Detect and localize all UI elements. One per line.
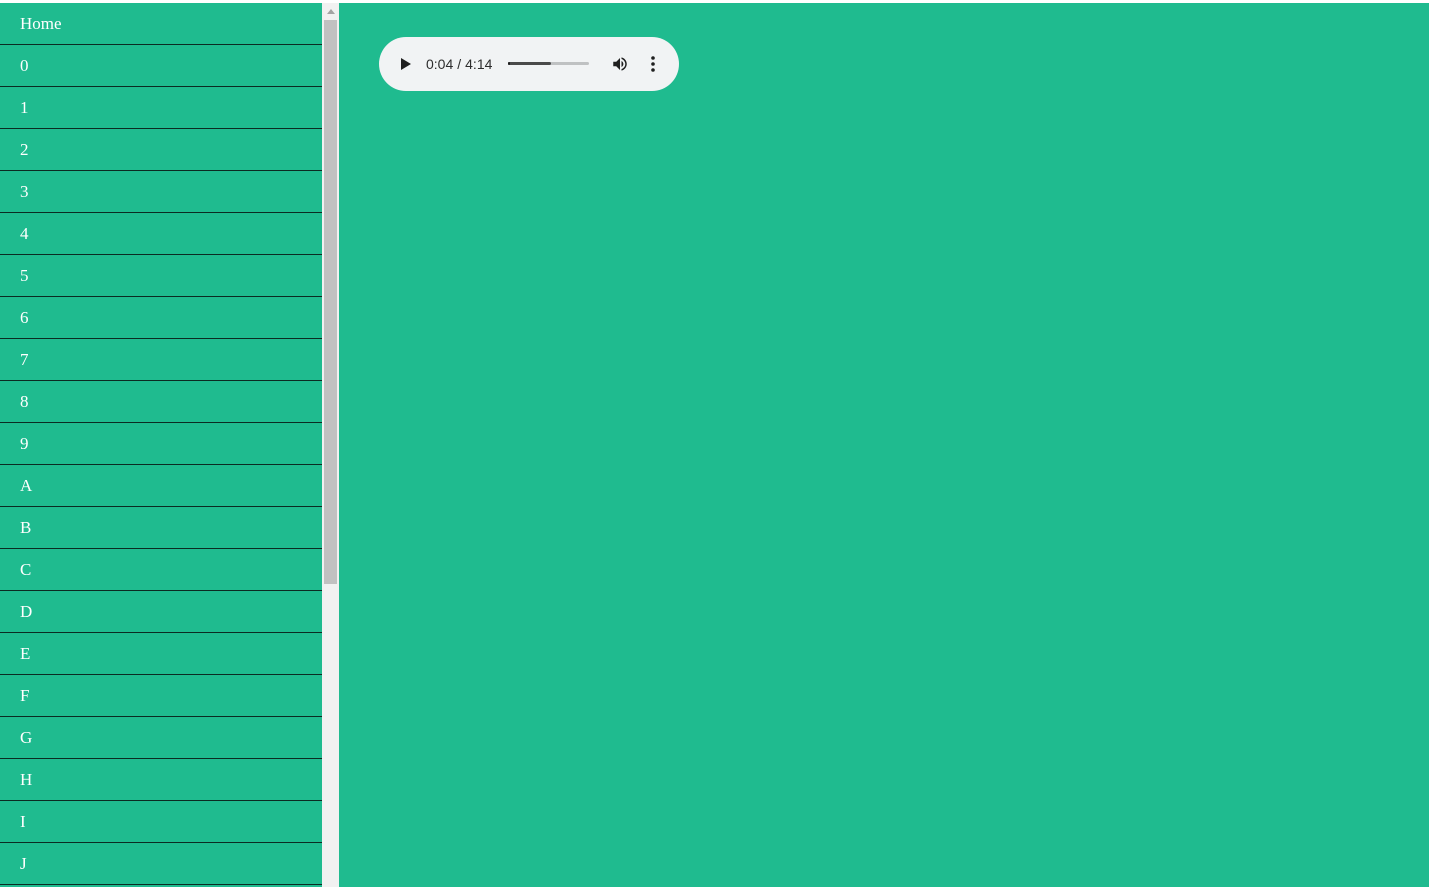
- scroll-thumb[interactable]: [324, 20, 337, 584]
- current-time: 0:04: [426, 56, 454, 72]
- sidebar-item-8[interactable]: 8: [0, 381, 322, 423]
- sidebar-item-j[interactable]: J: [0, 843, 322, 885]
- time-display: 0:04/4:14: [426, 37, 492, 91]
- more-options-button[interactable]: [643, 54, 663, 74]
- sidebar-item-4[interactable]: 4: [0, 213, 322, 255]
- seek-slider[interactable]: [508, 62, 589, 65]
- sidebar-item-h[interactable]: H: [0, 759, 322, 801]
- sidebar-item-a[interactable]: A: [0, 465, 322, 507]
- volume-icon: [613, 57, 627, 71]
- play-button[interactable]: [395, 54, 415, 74]
- sidebar-item-f[interactable]: F: [0, 675, 322, 717]
- sidebar-item-3[interactable]: 3: [0, 171, 322, 213]
- sidebar-item-1[interactable]: 1: [0, 87, 322, 129]
- sidebar-item-g[interactable]: G: [0, 717, 322, 759]
- main-content: 0:04/4:14: [339, 3, 1429, 887]
- sidebar-item-7[interactable]: 7: [0, 339, 322, 381]
- sidebar-item-e[interactable]: E: [0, 633, 322, 675]
- sidebar-item-0[interactable]: 0: [0, 45, 322, 87]
- sidebar-nav: Home 0 1 2 3 4 5 6 7 8 9 A B C D E F G H…: [0, 3, 322, 887]
- seek-buffered: [508, 62, 551, 65]
- duration: 4:14: [465, 56, 493, 72]
- play-icon: [401, 58, 411, 70]
- seek-played: [508, 62, 510, 65]
- page: Home 0 1 2 3 4 5 6 7 8 9 A B C D E F G H…: [0, 3, 1429, 887]
- audio-player: 0:04/4:14: [379, 37, 679, 91]
- sidebar-item-9[interactable]: 9: [0, 423, 322, 465]
- sidebar-item-2[interactable]: 2: [0, 129, 322, 171]
- sidebar-item-b[interactable]: B: [0, 507, 322, 549]
- sidebar-item-c[interactable]: C: [0, 549, 322, 591]
- time-separator: /: [457, 56, 462, 72]
- sidebar-item-6[interactable]: 6: [0, 297, 322, 339]
- more-vert-icon: [651, 56, 655, 72]
- scroll-up-arrow-icon[interactable]: [322, 3, 339, 19]
- volume-button[interactable]: [610, 54, 630, 74]
- sidebar-item-i[interactable]: I: [0, 801, 322, 843]
- sidebar-scrollbar[interactable]: [322, 3, 339, 887]
- sidebar-item-d[interactable]: D: [0, 591, 322, 633]
- sidebar-item-home[interactable]: Home: [0, 3, 322, 45]
- sidebar-item-5[interactable]: 5: [0, 255, 322, 297]
